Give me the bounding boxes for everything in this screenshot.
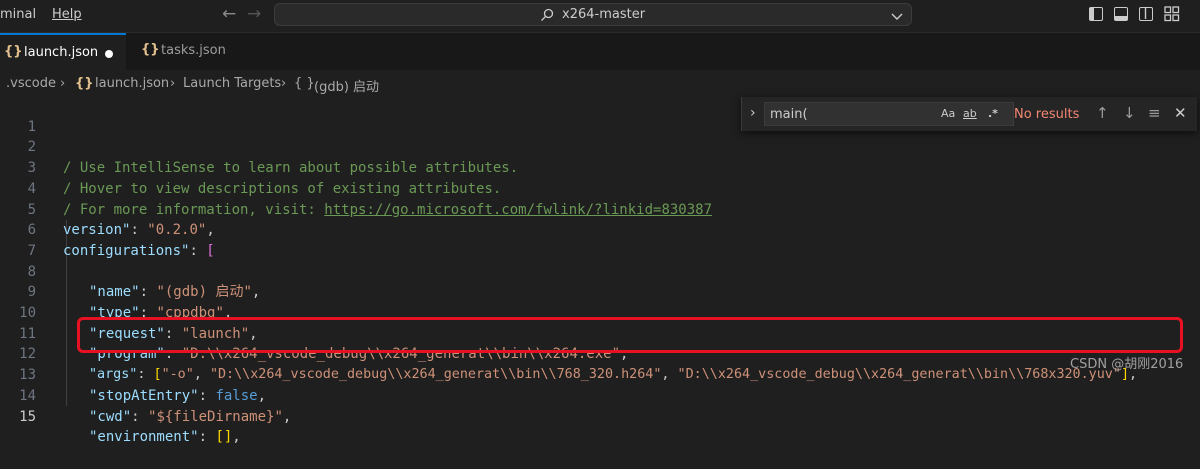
code-content: "environment": [], xyxy=(89,427,241,448)
json-comma: , xyxy=(232,429,241,446)
code-line: 15 "environment": [], xyxy=(0,386,1200,446)
toggle-panel-icon[interactable] xyxy=(1114,7,1128,21)
menu-help[interactable]: Help xyxy=(52,7,82,22)
code-line: 6 configurations": [ xyxy=(0,200,1200,259)
next-match-arrow-down-icon[interactable]: ↓ xyxy=(1123,104,1136,122)
chevron-right-icon: › xyxy=(281,76,287,91)
json-colon: : xyxy=(131,408,149,425)
json-key: "cwd" xyxy=(89,408,132,425)
json-string: "${fileDirname}" xyxy=(148,408,283,425)
watermark: CSDN @胡刚2016 xyxy=(1070,357,1184,372)
code-content: "cwd": "${fileDirname}", xyxy=(89,407,291,428)
find-status: No results xyxy=(1014,107,1080,122)
close-icon[interactable]: ✕ xyxy=(1174,104,1187,122)
toggle-primary-sidebar-icon[interactable] xyxy=(1089,7,1103,21)
code-line: 5 version": "0.2.0", xyxy=(0,179,1200,239)
json-key: "environment" xyxy=(89,429,199,446)
search-icon xyxy=(540,8,554,26)
object-icon: { } xyxy=(294,76,315,91)
code-line: 7 xyxy=(0,220,1200,259)
command-center[interactable]: x264-master xyxy=(274,3,912,26)
title-bar: minal Help ← → x264-master xyxy=(0,0,1200,33)
menu-help-label: Help xyxy=(52,7,82,22)
back-arrow-icon[interactable]: ← xyxy=(222,4,236,24)
code-editor[interactable]: 1 2 / Use IntelliSense to learn about po… xyxy=(0,96,1200,446)
tab-launch-json[interactable]: {} launch.json xyxy=(0,33,126,70)
tab-label: tasks.json xyxy=(161,43,226,58)
code-line: 9 "type": "cppdbg", xyxy=(0,262,1200,321)
tab-label: launch.json xyxy=(24,45,99,60)
chevron-right-icon: › xyxy=(170,76,176,91)
menu-terminal[interactable]: minal xyxy=(0,7,36,22)
json-colon: : xyxy=(198,429,216,446)
editor-tab-bar: {} launch.json {} tasks.json xyxy=(0,33,1200,70)
json-file-icon: {} xyxy=(4,44,23,59)
code-line: 3 / Hover to view descriptions of existi… xyxy=(0,137,1200,197)
unsaved-dot-icon[interactable] xyxy=(105,50,113,58)
code-line: 10 "request": "launch", xyxy=(0,282,1200,342)
forward-arrow-icon[interactable]: → xyxy=(247,4,261,24)
match-whole-word-icon[interactable]: ab xyxy=(963,107,977,120)
chevron-right-icon: › xyxy=(60,76,66,91)
breadcrumb-gdb-launch[interactable]: (gdb) 启动 xyxy=(314,76,379,95)
annotation-highlight-box xyxy=(77,317,1183,353)
customize-layout-icon[interactable] xyxy=(1164,6,1180,26)
find-widget: › Aa ab .* No results ↑ ↓ ≡ ✕ xyxy=(741,97,1197,131)
breadcrumb-launch-json[interactable]: launch.json xyxy=(95,76,169,91)
previous-match-arrow-up-icon[interactable]: ↑ xyxy=(1096,104,1109,122)
json-file-icon: {} xyxy=(141,42,160,57)
toggle-secondary-sidebar-icon[interactable] xyxy=(1139,7,1153,21)
breadcrumb: .vscode › {} launch.json › Launch Target… xyxy=(0,70,1200,96)
json-comma: , xyxy=(282,408,292,425)
match-case-icon[interactable]: Aa xyxy=(941,107,955,120)
json-file-icon: {} xyxy=(75,76,94,91)
toggle-replace-chevron-icon[interactable]: › xyxy=(750,105,756,121)
command-center-label: x264-master xyxy=(562,7,646,22)
line-number: 15 xyxy=(19,408,36,425)
use-regex-icon[interactable]: .* xyxy=(988,107,998,120)
json-array: [] xyxy=(215,429,233,446)
code-line: 14 "cwd": "${fileDirname}", xyxy=(0,365,1200,425)
breadcrumb-vscode[interactable]: .vscode xyxy=(6,76,56,91)
chevron-down-icon[interactable] xyxy=(891,10,903,25)
breadcrumb-launch-targets[interactable]: Launch Targets xyxy=(183,76,281,91)
find-in-selection-icon[interactable]: ≡ xyxy=(1148,104,1161,122)
tab-tasks-json[interactable]: {} tasks.json xyxy=(127,33,254,70)
code-line: 4 / For more information, visit: https:/… xyxy=(0,158,1200,218)
code-line: 8 "name": "(gdb) 启动", xyxy=(0,241,1200,301)
